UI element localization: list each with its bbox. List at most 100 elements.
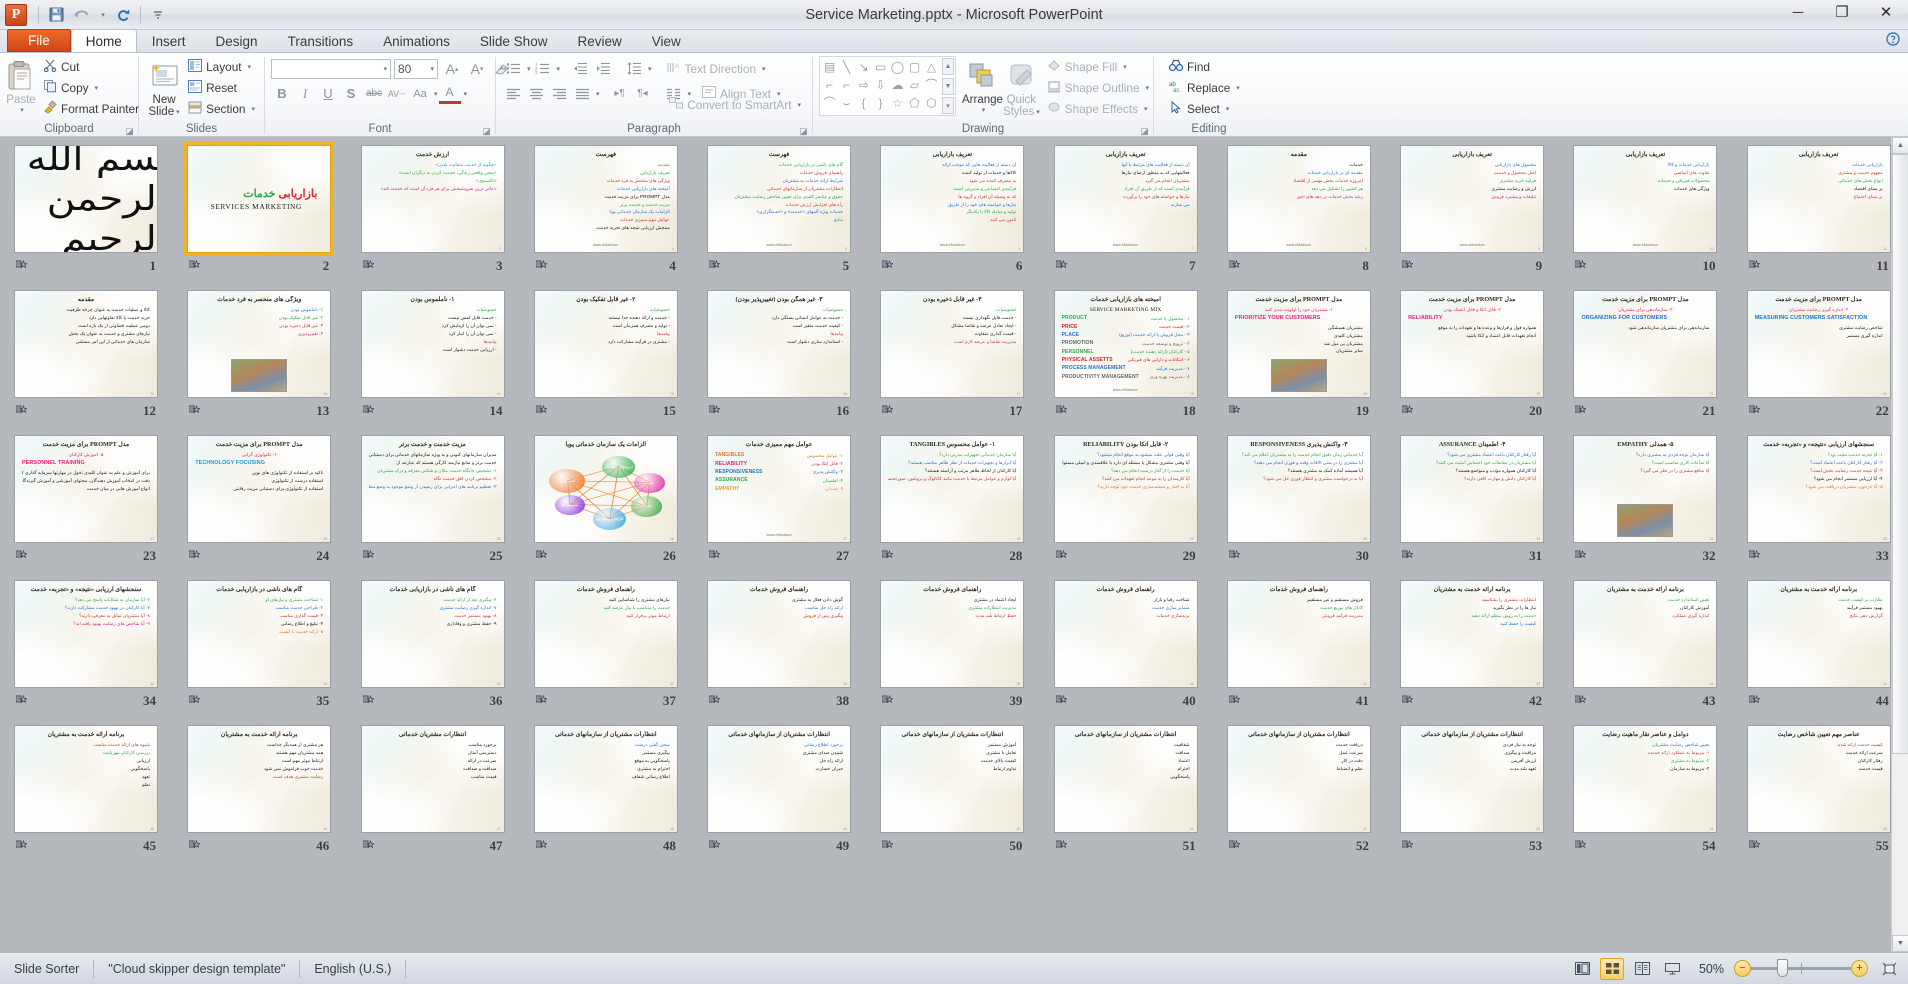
- section-caret-icon[interactable]: ▾: [251, 105, 255, 113]
- slide-thumbnail[interactable]: مزیت خدمت و خدمت برتر مدیران سازمانهای کن…: [360, 435, 505, 543]
- font-size-caret-icon[interactable]: ▾: [430, 65, 434, 73]
- shape-triangle-icon[interactable]: △: [927, 61, 936, 73]
- shape-down-arrow-icon[interactable]: ⇩: [875, 79, 885, 91]
- ltr-button[interactable]: ▸¶: [609, 83, 631, 104]
- rtl-button[interactable]: ¶◂: [632, 83, 654, 104]
- slide-cell[interactable]: انتظارات مشتریان از سازمانهای خدماتی دریا…: [1215, 721, 1388, 866]
- slide-cell[interactable]: برنامه ارائه خدمت به مشتریان نظارت بر کیف…: [1735, 576, 1908, 721]
- close-button[interactable]: ✕: [1864, 0, 1908, 24]
- animation-preview-icon[interactable]: [1055, 694, 1068, 708]
- replace-button[interactable]: ab ac Replace ▾: [1166, 77, 1243, 98]
- animation-preview-icon[interactable]: [362, 404, 375, 418]
- font-color-button[interactable]: A: [438, 83, 461, 104]
- slide-thumbnail[interactable]: ۱- عوامل محسوس TANGIBLES آیا سازمان خدمات…: [880, 435, 1025, 543]
- scroll-down-icon[interactable]: ▼: [1892, 935, 1908, 952]
- animation-preview-icon[interactable]: [15, 259, 28, 273]
- slide-cell[interactable]: ویژگی های منحصر به فرد خدمات ۱- ناملموس ب…: [175, 286, 348, 431]
- zoom-track[interactable]: [1751, 959, 1851, 977]
- shape-effects-button[interactable]: Shape Effects ▾: [1044, 98, 1152, 119]
- slide-thumbnail[interactable]: ۱- ناملموس بودن خصوصیات - خدمت قابل لمس نی…: [360, 290, 505, 398]
- shape-outline-button[interactable]: Shape Outline ▾: [1044, 77, 1152, 98]
- shape-fill-caret-icon[interactable]: ▾: [1123, 63, 1127, 71]
- slide-cell[interactable]: مقدمه خدمات مقدمه ای بر بازاریابی خدمات امر…: [1215, 141, 1388, 286]
- shrink-font-button[interactable]: A ▾: [466, 58, 488, 79]
- slide-cell[interactable]: انتظارات مشتریان از سازمانهای خدماتی برخو…: [695, 721, 868, 866]
- animation-preview-icon[interactable]: [1748, 839, 1761, 853]
- find-button[interactable]: Find: [1166, 56, 1243, 77]
- tab-review[interactable]: Review: [562, 30, 636, 52]
- slide-thumbnail[interactable]: مدل PROMPT برای مزیت خدمت ۳- سازماندهی بر…: [1573, 290, 1718, 398]
- shape-fill-button[interactable]: Shape Fill ▾: [1044, 56, 1152, 77]
- slide-cell[interactable]: بازاریابی خدمات SERVICES MARKETING 2: [175, 141, 348, 286]
- slide-thumbnail[interactable]: انتظارات مشتریان از سازمانهای خدماتی شفاف…: [1053, 725, 1198, 833]
- animation-preview-icon[interactable]: [881, 694, 895, 708]
- slide-thumbnail[interactable]: تعریف بازاریابی آن دسته از فعالیت های مرت…: [1053, 145, 1198, 253]
- slide-thumbnail[interactable]: ۴- غیر قابل ذخیره بودن خصوصیات - خدمت قابل…: [880, 290, 1025, 398]
- select-button[interactable]: Select ▾: [1166, 98, 1243, 119]
- slide-cell[interactable]: برنامه ارائه خدمت به مشتریان انتظارات مشت…: [1388, 576, 1561, 721]
- slide-cell[interactable]: سنجشهای ارزیابی «نتیجه» و «تجربه» خدمت ۶-…: [2, 576, 175, 721]
- slide-thumbnail[interactable]: فهرست گام های ناشی در بازاریابی خدمات راهن…: [707, 145, 852, 253]
- slide-thumbnail[interactable]: ۴- اطمینان ASSURANCE آیا رفتار کارکنان با…: [1400, 435, 1545, 543]
- arrange-caret-icon[interactable]: ▾: [982, 106, 986, 114]
- zoom-slider[interactable]: − +: [1734, 959, 1868, 977]
- font-color-caret-icon[interactable]: ▾: [464, 90, 468, 98]
- slide-thumbnail[interactable]: تعریف بازاریابی محصول های بازاریابی اصل مح…: [1400, 145, 1545, 253]
- grow-font-button[interactable]: A ▴: [441, 58, 463, 79]
- slide-cell[interactable]: دوامل و عناصر نقار ماهیت رضایت تعیین شاخص…: [1561, 721, 1734, 866]
- slide-cell[interactable]: مزیت خدمت و خدمت برتر مدیران سازمانهای کن…: [349, 431, 522, 576]
- slide-cell[interactable]: مدل PROMPT برای مزیت خدمت ۲- قابل اتکا و …: [1388, 286, 1561, 431]
- status-theme-name[interactable]: "Cloud skipper design template": [94, 958, 299, 980]
- shape-double-arc-icon[interactable]: ⌣: [843, 97, 851, 109]
- slide-sorter-view-button[interactable]: [1600, 957, 1624, 980]
- section-button[interactable]: Section ▾: [185, 98, 258, 119]
- slide-cell[interactable]: گام های ناشی در بازاریابی خدمات ۱- شناخت …: [175, 576, 348, 721]
- slide-thumbnail[interactable]: فهرست مقدمه تعریف بازاریابی ویژگی های منحصر…: [533, 145, 678, 253]
- slide-thumbnail[interactable]: تعریف بازاریابی آن دسته از فعالیت هایی که…: [880, 145, 1025, 253]
- animation-preview-icon[interactable]: [188, 839, 202, 853]
- normal-view-button[interactable]: [1570, 958, 1594, 980]
- customize-qat-icon[interactable]: [147, 4, 169, 26]
- slide-thumbnail[interactable]: ویژگی های منحصر به فرد خدمات ۱- ناملموس ب…: [187, 290, 332, 398]
- animation-preview-icon[interactable]: [188, 694, 202, 708]
- underline-button[interactable]: U: [317, 83, 339, 104]
- animation-preview-icon[interactable]: [1748, 549, 1761, 563]
- slide-cell[interactable]: تعریف بازاریابی آن دسته از فعالیت های مرت…: [1042, 141, 1215, 286]
- slide-cell[interactable]: راهنمای فروش خدمات گوش دادن فعال به مشتری…: [695, 576, 868, 721]
- font-size-input[interactable]: 80 ▾: [394, 58, 438, 79]
- shapes-more-icon[interactable]: ▾: [942, 97, 954, 114]
- animation-preview-icon[interactable]: [1574, 839, 1588, 853]
- slide-cell[interactable]: عوامل مهم ممیزی خدمات ۱- عوامل محسوس TANGI…: [695, 431, 868, 576]
- bullets-caret-icon[interactable]: ▾: [527, 65, 531, 73]
- animation-preview-icon[interactable]: [1055, 259, 1068, 273]
- slide-cell[interactable]: بسم الله الرحمن الرحيم 1: [2, 141, 175, 286]
- slide-cell[interactable]: انتظارات مشتریان از سازمانهای خدماتی توجه…: [1388, 721, 1561, 866]
- minimize-button[interactable]: ─: [1776, 0, 1820, 24]
- slide-thumbnail[interactable]: ۲- قابل اتکا بودن RELIABILITY آیا وقتی قو…: [1053, 435, 1198, 543]
- slide-thumbnail[interactable]: برنامه ارائه خدمت به مشتریان شیوه های ارا…: [14, 725, 158, 833]
- zoom-level-label[interactable]: 50%: [1690, 962, 1724, 976]
- slide-cell[interactable]: ۵- همدلی EMPATHY آیا سازمان توجه فردی به …: [1561, 431, 1734, 576]
- slide-thumbnail[interactable]: راهنمای فروش خدمات شناخت رقبا و بازار متما…: [1053, 580, 1198, 688]
- animation-preview-icon[interactable]: [1401, 259, 1414, 273]
- slide-cell[interactable]: ارزش خدمت «چگونه از خدمت متفاوت شدن» «معنی…: [349, 141, 522, 286]
- slide-cell[interactable]: مدل PROMPT برای مزیت خدمت ۳- سازماندهی بر…: [1561, 286, 1734, 431]
- animation-preview-icon[interactable]: [1228, 404, 1241, 418]
- bold-button[interactable]: B: [271, 83, 293, 104]
- slide-thumbnail[interactable]: سنجشهای ارزیابی «نتیجه» و «تجربه» خدمت ۱-…: [1746, 435, 1891, 543]
- animation-preview-icon[interactable]: [362, 259, 375, 273]
- numbering-button[interactable]: 1 2 3: [532, 58, 554, 79]
- shape-hexagon-icon[interactable]: ⬡: [926, 97, 936, 109]
- slide-cell[interactable]: انتظارات مشتریان از سازمانهای خدماتی سخن …: [522, 721, 695, 866]
- slide-cell[interactable]: راهنمای فروش خدمات شناخت رقبا و بازار متما…: [1042, 576, 1215, 721]
- slide-thumbnail[interactable]: تعریف بازاریابی بازاریابی خدمات و کالا تفا…: [1573, 145, 1718, 253]
- slide-cell[interactable]: انتظارات مشتریان از سازمانهای خدماتی آموز…: [868, 721, 1041, 866]
- shapes-scroll-up-icon[interactable]: ▲: [942, 58, 954, 75]
- justify-button[interactable]: [571, 83, 593, 104]
- slide-thumbnail[interactable]: ۵- همدلی EMPATHY آیا سازمان توجه فردی به …: [1573, 435, 1718, 543]
- slide-cell[interactable]: ۳- واکنش پذیری RESPONSIVENESS آیا خدماتی …: [1215, 431, 1388, 576]
- arrange-button[interactable]: Arrange ▾: [962, 56, 1003, 114]
- redo-icon[interactable]: [112, 4, 134, 26]
- slide-thumbnail[interactable]: انتظارات مشتریان از سازمانهای خدماتی آموز…: [880, 725, 1025, 833]
- slide-cell[interactable]: عناصر مهم تعیین شاخص رضایت کیفیت خدمت ارا…: [1735, 721, 1908, 866]
